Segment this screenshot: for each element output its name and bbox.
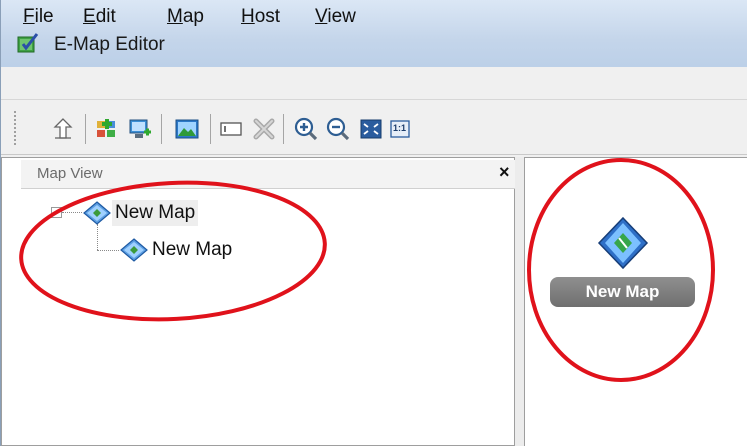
tree-item-root[interactable]: New Map bbox=[82, 200, 199, 226]
tree-expander[interactable] bbox=[51, 207, 62, 218]
zoom-in-icon[interactable] bbox=[292, 115, 320, 143]
menu-bar bbox=[1, 67, 747, 100]
menu-view-label: iew bbox=[327, 6, 356, 27]
zoom-out-icon[interactable] bbox=[324, 115, 352, 143]
rename-icon[interactable] bbox=[217, 115, 245, 143]
menu-edit-mnemonic: E bbox=[83, 6, 96, 27]
menu-view[interactable]: View bbox=[315, 6, 356, 28]
image-icon[interactable] bbox=[173, 115, 201, 143]
actual-size-icon[interactable]: 1:1 bbox=[386, 115, 414, 143]
actual-size-label: 1:1 bbox=[393, 123, 407, 133]
map-view-close-button[interactable]: × bbox=[499, 162, 510, 183]
menu-file[interactable]: File bbox=[23, 6, 54, 28]
menu-map-label: ap bbox=[182, 6, 204, 27]
tree-item-label: New Map bbox=[152, 239, 233, 260]
toolbar-separator bbox=[85, 114, 86, 144]
e-map-editor-window: E-Map Editor File Edit Map Host View 1:1 bbox=[0, 0, 747, 446]
menu-map-mnemonic: M bbox=[167, 6, 183, 27]
tree-item-label: New Map bbox=[112, 200, 199, 226]
add-host-icon[interactable] bbox=[125, 115, 153, 143]
map-icon bbox=[83, 201, 111, 225]
delete-icon[interactable] bbox=[250, 115, 278, 143]
toolbar-separator bbox=[161, 114, 162, 144]
menu-file-label: ile bbox=[34, 6, 54, 27]
fit-to-window-icon[interactable] bbox=[357, 115, 385, 143]
map-icon bbox=[120, 238, 148, 262]
map-node-label[interactable]: New Map bbox=[550, 277, 695, 307]
menu-edit-label: dit bbox=[95, 6, 116, 27]
window-title: E-Map Editor bbox=[54, 34, 165, 55]
menu-host[interactable]: Host bbox=[241, 6, 280, 28]
toolbar-grip[interactable] bbox=[13, 110, 17, 146]
menu-host-label: ost bbox=[254, 6, 281, 27]
menu-edit[interactable]: Edit bbox=[83, 6, 116, 28]
map-view-panel bbox=[1, 157, 515, 446]
add-map-icon[interactable] bbox=[93, 115, 121, 143]
app-icon bbox=[17, 33, 39, 53]
menu-view-mnemonic: V bbox=[315, 6, 328, 27]
menu-host-mnemonic: H bbox=[241, 6, 255, 27]
map-view-title: Map View bbox=[37, 165, 103, 182]
menu-map[interactable]: Map bbox=[167, 6, 204, 28]
tree-item-child[interactable]: New Map bbox=[119, 237, 235, 263]
map-node-icon[interactable] bbox=[597, 216, 649, 272]
menu-file-mnemonic: F bbox=[23, 6, 35, 27]
tree-connector bbox=[62, 212, 82, 214]
tree-connector bbox=[97, 224, 99, 250]
up-arrow-icon[interactable] bbox=[49, 115, 77, 143]
toolbar-separator bbox=[210, 114, 211, 144]
toolbar-separator bbox=[283, 114, 284, 144]
tree-connector bbox=[97, 250, 119, 252]
panel-splitter[interactable] bbox=[515, 157, 524, 446]
